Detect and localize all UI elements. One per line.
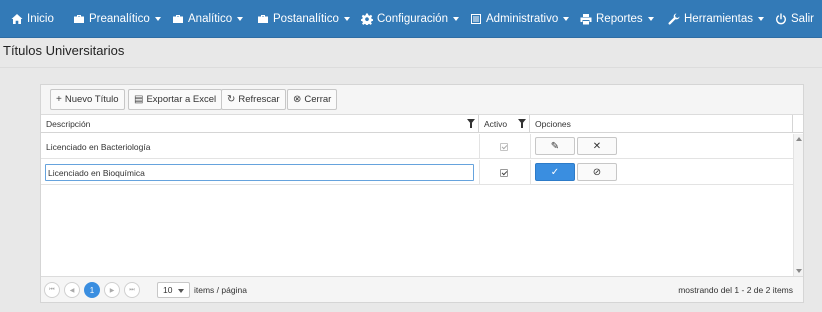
chevron-down-icon bbox=[178, 289, 184, 293]
column-header-active[interactable]: Activo bbox=[479, 115, 530, 133]
filter-icon[interactable] bbox=[467, 119, 475, 129]
column-header-active-label: Activo bbox=[484, 119, 508, 129]
active-checkbox[interactable] bbox=[500, 168, 508, 177]
close-button[interactable]: ⊗ Cerrar bbox=[287, 89, 338, 110]
excel-file-icon: ▤ bbox=[134, 93, 144, 105]
last-page-button[interactable]: ⏭ bbox=[124, 282, 140, 298]
next-page-icon: ▶ bbox=[109, 287, 115, 294]
vertical-scrollbar[interactable] bbox=[793, 134, 803, 276]
nav-configuracion-label: Configuración bbox=[377, 13, 448, 25]
scroll-down-icon[interactable] bbox=[796, 269, 802, 273]
titles-grid: + Nuevo Título ▤ Exportar a Excel ↻ Refr… bbox=[40, 84, 804, 303]
row-description: Licenciado en Bacteriología bbox=[46, 141, 151, 152]
grid-toolbar: + Nuevo Título ▤ Exportar a Excel ↻ Refr… bbox=[41, 85, 803, 115]
nav-preanalitico[interactable]: Preanalítico bbox=[73, 0, 161, 38]
nav-analitico[interactable]: Analítico bbox=[172, 0, 244, 38]
close-label: Cerrar bbox=[304, 94, 332, 105]
cancel-button[interactable]: ⊘ bbox=[577, 163, 617, 181]
pager-info: mostrando del 1 - 2 de 2 items bbox=[678, 285, 793, 295]
pencil-icon: ✎ bbox=[550, 140, 560, 152]
chevron-down-icon bbox=[154, 17, 161, 21]
edit-button[interactable]: ✎ bbox=[535, 137, 575, 155]
grid-pager: ⏮ ◀ 1 ▶ ⏭ 10 items / página mostrando de… bbox=[41, 276, 803, 302]
scroll-up-icon[interactable] bbox=[796, 137, 802, 141]
close-icon: ✕ bbox=[592, 140, 602, 152]
delete-button[interactable]: ✕ bbox=[577, 137, 617, 155]
active-checkbox bbox=[500, 142, 508, 151]
page-title: Títulos Universitarios bbox=[3, 43, 125, 58]
nav-salir[interactable]: Salir bbox=[775, 0, 814, 38]
refresh-label: Refrescar bbox=[238, 94, 280, 105]
title-divider bbox=[0, 67, 822, 68]
chevron-down-icon bbox=[563, 17, 570, 21]
close-circle-icon: ⊗ bbox=[293, 93, 302, 105]
wrench-icon bbox=[668, 13, 680, 25]
nav-inicio[interactable]: Inicio bbox=[11, 0, 54, 38]
nav-reportes-label: Reportes bbox=[596, 13, 643, 25]
nav-inicio-label: Inicio bbox=[27, 13, 54, 25]
first-page-icon: ⏮ bbox=[49, 286, 55, 293]
filter-icon[interactable] bbox=[518, 119, 526, 129]
page-size-select[interactable]: 10 bbox=[157, 282, 190, 298]
briefcase-icon bbox=[74, 15, 84, 23]
nav-postanalitico[interactable]: Postanalítico bbox=[257, 0, 350, 38]
power-icon bbox=[776, 13, 786, 25]
refresh-button[interactable]: ↻ Refrescar bbox=[221, 89, 286, 110]
chevron-down-icon bbox=[758, 17, 765, 21]
new-title-label: Nuevo Título bbox=[64, 94, 119, 105]
check-icon: ✓ bbox=[550, 166, 560, 178]
prev-page-icon: ◀ bbox=[69, 287, 75, 294]
table-row: Licenciado en Bacteriología ✎ ✕ bbox=[41, 134, 793, 159]
page-1-button[interactable]: 1 bbox=[84, 282, 100, 298]
page-size-label: items / página bbox=[194, 285, 247, 295]
nav-salir-label: Salir bbox=[791, 13, 815, 25]
last-page-icon: ⏭ bbox=[129, 286, 135, 293]
chevron-down-icon bbox=[343, 17, 350, 21]
print-icon bbox=[580, 14, 592, 25]
chevron-down-icon bbox=[452, 17, 459, 21]
plus-icon: + bbox=[56, 93, 62, 105]
nav-administrativo[interactable]: Administrativo bbox=[470, 0, 570, 38]
column-header-options: Opciones bbox=[530, 115, 793, 133]
export-excel-label: Exportar a Excel bbox=[146, 94, 217, 105]
nav-configuracion[interactable]: Configuración bbox=[361, 0, 459, 38]
save-button[interactable]: ✓ bbox=[535, 163, 575, 181]
current-page: 1 bbox=[89, 285, 95, 295]
chevron-down-icon bbox=[647, 17, 654, 21]
page-size-value: 10 bbox=[163, 285, 173, 295]
gear-icon bbox=[361, 13, 373, 25]
home-icon bbox=[11, 14, 23, 24]
briefcase-icon bbox=[258, 15, 268, 23]
refresh-icon: ↻ bbox=[227, 93, 236, 105]
new-title-button[interactable]: + Nuevo Título bbox=[50, 89, 125, 110]
prev-page-button[interactable]: ◀ bbox=[64, 282, 80, 298]
list-icon bbox=[471, 14, 481, 24]
column-header-description[interactable]: Descripción bbox=[41, 115, 479, 133]
nav-herramientas[interactable]: Herramientas bbox=[668, 0, 765, 38]
cancel-icon: ⊘ bbox=[592, 166, 602, 178]
export-excel-button[interactable]: ▤ Exportar a Excel bbox=[128, 89, 223, 110]
top-navbar: Inicio Preanalítico Analítico Postanalít… bbox=[0, 0, 822, 38]
briefcase-icon bbox=[173, 15, 183, 23]
column-header-options-label: Opciones bbox=[535, 119, 571, 129]
first-page-button[interactable]: ⏮ bbox=[44, 282, 60, 298]
nav-preanalitico-label: Preanalítico bbox=[89, 13, 150, 25]
nav-reportes[interactable]: Reportes bbox=[580, 0, 654, 38]
chevron-down-icon bbox=[237, 17, 244, 21]
next-page-button[interactable]: ▶ bbox=[104, 282, 120, 298]
nav-postanalitico-label: Postanalítico bbox=[273, 13, 339, 25]
grid-header: Descripción Activo Opciones bbox=[41, 115, 803, 133]
table-row: ✓ ⊘ bbox=[41, 160, 793, 185]
nav-analitico-label: Analítico bbox=[188, 13, 233, 25]
description-edit-input[interactable] bbox=[45, 164, 474, 181]
column-header-description-label: Descripción bbox=[46, 119, 91, 129]
nav-herramientas-label: Herramientas bbox=[684, 13, 754, 25]
nav-administrativo-label: Administrativo bbox=[486, 13, 559, 25]
